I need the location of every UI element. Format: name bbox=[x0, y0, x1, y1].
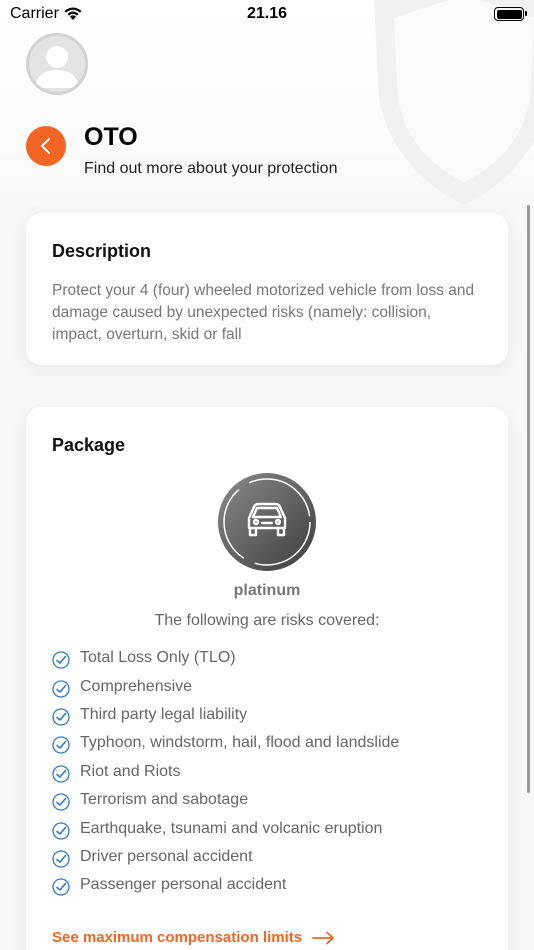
check-circle-icon bbox=[52, 878, 70, 896]
arrow-right-icon bbox=[312, 931, 334, 944]
user-icon bbox=[35, 46, 79, 88]
check-circle-icon bbox=[52, 793, 70, 811]
check-circle-icon bbox=[52, 708, 70, 726]
chevron-left-icon bbox=[41, 138, 50, 154]
check-circle-icon bbox=[52, 765, 70, 783]
list-item: Riot and Riots bbox=[52, 758, 482, 786]
see-limits-link[interactable]: See maximum compensation limits bbox=[52, 929, 336, 946]
carrier-label: Carrier bbox=[10, 5, 59, 22]
list-item: Terrorism and sabotage bbox=[52, 786, 482, 814]
risk-label: Riot and Riots bbox=[80, 762, 181, 780]
wifi-icon bbox=[64, 7, 82, 20]
risk-label: Total Loss Only (TLO) bbox=[80, 649, 236, 667]
risk-label: Third party legal liability bbox=[80, 705, 248, 723]
list-item: Total Loss Only (TLO) bbox=[52, 644, 482, 672]
check-circle-icon bbox=[52, 679, 70, 698]
package-badge bbox=[217, 472, 317, 572]
risk-label: Earthquake, tsunami and volcanic eruptio… bbox=[80, 819, 383, 837]
risk-label: Driver personal accident bbox=[80, 847, 253, 865]
list-item: Third party legal liability bbox=[52, 701, 482, 729]
avatar[interactable] bbox=[26, 33, 88, 95]
page-title: OTO bbox=[84, 123, 138, 151]
risk-list: Total Loss Only (TLO) Comprehensive Thir… bbox=[52, 644, 482, 900]
list-item: Comprehensive bbox=[52, 672, 482, 700]
package-card: Package platinum The following are risks… bbox=[26, 407, 508, 950]
risk-label: Comprehensive bbox=[80, 677, 193, 695]
risk-label: Passenger personal accident bbox=[80, 876, 287, 894]
status-bar: Carrier 21.16 bbox=[0, 0, 534, 28]
list-item: Earthquake, tsunami and volcanic eruptio… bbox=[52, 814, 482, 842]
package-title: Package bbox=[52, 435, 126, 455]
see-limits-label: See maximum compensation limits bbox=[52, 929, 303, 946]
package-name: platinum bbox=[233, 582, 301, 599]
list-item: Driver personal accident bbox=[52, 843, 482, 871]
scrollbar[interactable] bbox=[527, 205, 530, 793]
description-text: Protect your 4 (four) wheeled motorized … bbox=[52, 282, 475, 343]
list-item: Passenger personal accident bbox=[52, 871, 482, 899]
shield-watermark-icon bbox=[374, 0, 534, 205]
page-subtitle: Find out more about your protection bbox=[84, 160, 338, 177]
check-circle-icon bbox=[52, 651, 70, 669]
battery-icon bbox=[494, 7, 527, 21]
carrier: Carrier bbox=[10, 5, 83, 23]
description-title: Description bbox=[52, 241, 152, 261]
list-item: Typhoon, windstorm, hail, flood and land… bbox=[52, 729, 482, 757]
risk-label: Typhoon, windstorm, hail, flood and land… bbox=[80, 734, 400, 752]
description-card: Description Protect your 4 (four) wheele… bbox=[26, 213, 508, 365]
car-icon bbox=[218, 473, 316, 571]
back-button[interactable] bbox=[26, 126, 66, 166]
check-circle-icon bbox=[52, 821, 70, 840]
check-circle-icon bbox=[52, 850, 70, 868]
covered-risks-intro: The following are risks covered: bbox=[154, 612, 380, 629]
risk-label: Terrorism and sabotage bbox=[80, 791, 249, 809]
check-circle-icon bbox=[52, 736, 70, 755]
